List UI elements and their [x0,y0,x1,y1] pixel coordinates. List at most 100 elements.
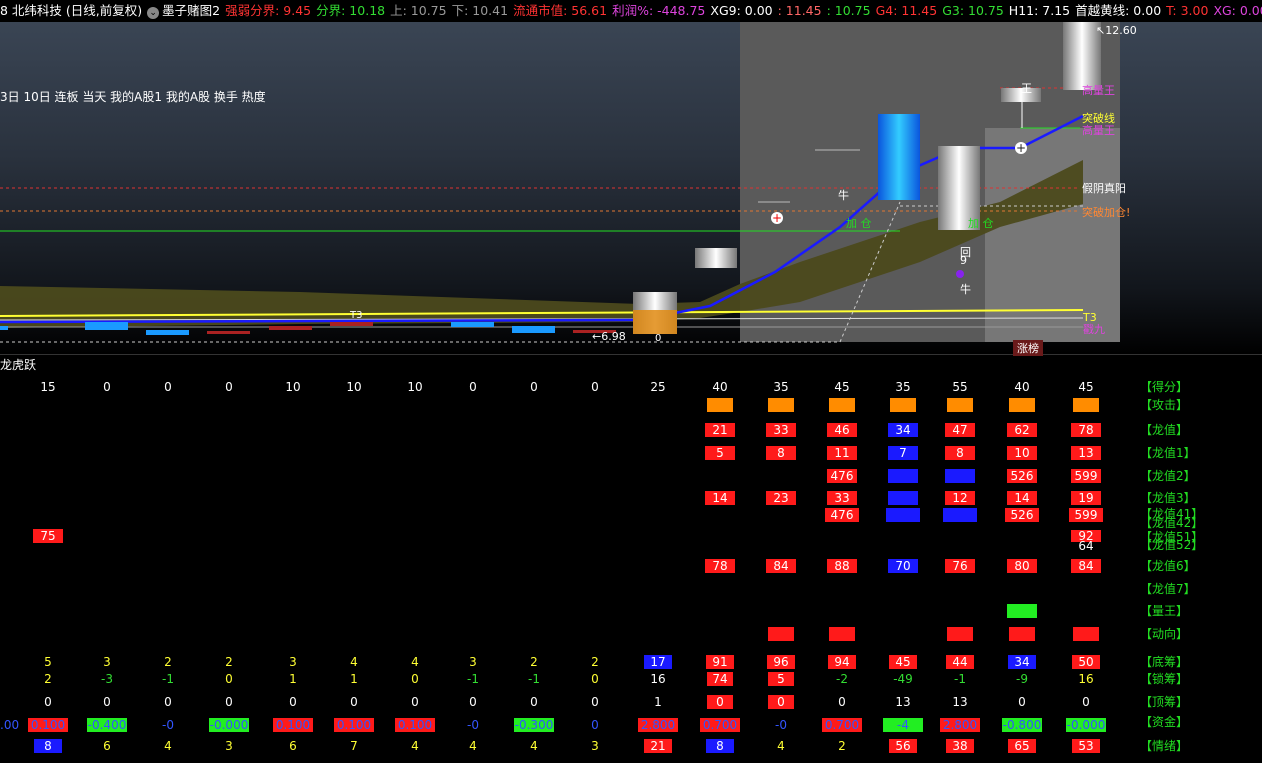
longzhi6-cell: 84 [1071,559,1101,573]
header-item: H11: 7.15 [1008,3,1071,18]
suochou-cell: -1 [954,672,966,686]
longzhi3-cell: 14 [705,491,735,505]
row-label: 【动向】 [1140,627,1189,641]
header-item: 8 北纬科技 (日线,前复权) [0,3,143,18]
qingxu-cell: 3 [225,739,233,753]
longzhi6-cell: 88 [827,559,857,573]
header-item: 流通市值: 56.61 [513,3,608,18]
score-cell: 10 [346,380,362,394]
candle-orange [633,310,677,334]
dingchou-cell: 0 [838,695,846,709]
dingchou-cell: 0 [164,695,172,709]
longzhi52-cell: 64 [1078,539,1094,553]
zijin-cell: 0.100 [28,718,68,732]
attack-block [947,398,973,412]
attack-block [768,398,794,412]
suochou-cell: -9 [1016,672,1028,686]
zijin-cell: 0.100 [395,718,435,732]
longzhi51-cell: 75 [33,529,63,543]
score-cell: 0 [103,380,111,394]
longzhi2-cell: 526 [1007,469,1037,483]
dichou-cell: 45 [889,655,917,669]
zijin-cell: 0 [591,718,599,732]
suochou-cell: -49 [893,672,913,686]
zijin-cell: 0.700 [700,718,740,732]
longzhi41-cell: 476 [825,508,859,522]
longzhi-cell: 34 [888,423,918,437]
svg-text:+: + [772,211,782,225]
longzhi-cell: 21 [705,423,735,437]
dichou-cell: 5 [44,655,52,669]
qingxu-cell: 38 [946,739,974,753]
longzhi2-cell [888,469,918,483]
trend-block [947,627,973,641]
dichou-cell: 2 [164,655,172,669]
header-item: 强弱分界: 9.45 [225,3,312,18]
dichou-cell: 91 [706,655,734,669]
suochou-cell: 74 [707,672,733,686]
dingchou-cell: 0 [103,695,111,709]
qingxu-cell: 6 [103,739,111,753]
longzhi41-cell: 599 [1069,508,1103,522]
zijin-cell: 0.700 [822,718,862,732]
suochou-cell: -1 [162,672,174,686]
dingchou-cell: 0 [707,695,733,709]
longzhi-cell: 46 [827,423,857,437]
row-label: 【顶筹】 [1140,695,1189,709]
dichou-cell: 96 [767,655,795,669]
label-jiacang-2: 加 仓 [968,217,994,230]
label-zero: 0 [655,333,662,344]
row-label: 【龙值7】 [1140,582,1196,596]
dichou-cell: 2 [225,655,233,669]
header-item: XG: 0.00 [1213,3,1262,18]
score-cell: 25 [650,380,666,394]
indicator-table: 【得分】 【攻击】 【龙值】 【龙值1】 【龙值2】 【龙值3】 【龙值41】 【龙值42】【… [0,356,1262,763]
longzhi3-cell: 23 [766,491,796,505]
dichou-cell: 2 [530,655,538,669]
zijin-cell: -0.300 [514,718,554,732]
dichou-cell: 50 [1072,655,1100,669]
zijin-cell: -0.800 [1002,718,1042,732]
suochou-cell: -3 [101,672,113,686]
score-cell: 0 [591,380,599,394]
qingxu-cell: 8 [706,739,734,753]
dichou-cell: 3 [289,655,297,669]
longzhi-cell: 47 [945,423,975,437]
dingchou-cell: 0 [591,695,599,709]
zijin-cell: 2.800 [940,718,980,732]
suochou-cell: 0 [411,672,419,686]
longzhi1-cell: 5 [705,446,735,460]
qingxu-cell: 6 [289,739,297,753]
zhangbang-badge[interactable]: 涨榜 [1013,340,1043,356]
chevron-down-icon[interactable]: ⌄ [147,7,160,19]
label-gaoliang: 高量王 [1082,124,1115,137]
label-tupo-jiacang: 突破加仓! [1082,206,1131,219]
score-cell: 10 [285,380,301,394]
label-zuiyou: 戳九 [1083,323,1105,336]
score-cell: 45 [834,380,850,394]
zijin-cell: -0.000 [1066,718,1106,732]
longzhi6-cell: 84 [766,559,796,573]
label-nine: 9 [960,254,967,267]
score-cell: 0 [164,380,172,394]
price-low-label: ←6.98 [592,330,626,343]
price-chart[interactable]: 3日 10日 连板 当天 我的A股1 我的A股 换手 热度 + + ↖12.60… [0,22,1262,354]
qingxu-cell: 3 [591,739,599,753]
price-high-label: ↖12.60 [1096,24,1137,37]
suochou-cell: 1 [289,672,297,686]
longzhi2-cell [945,469,975,483]
qingxu-cell: 4 [164,739,172,753]
longzhi6-cell: 80 [1007,559,1037,573]
dingchou-cell: 0 [530,695,538,709]
dingchou-cell: 13 [895,695,911,709]
trend-block [1009,627,1035,641]
longzhi2-cell: 599 [1071,469,1101,483]
header-item[interactable]: ⌄ 墨子赌图2 [147,3,220,19]
panel-separator [0,354,1262,355]
header-item: T: 3.00 [1166,3,1209,18]
dingchou-cell: 13 [952,695,968,709]
row-label: 【龙值6】 [1140,559,1196,573]
candle-blue [878,114,920,200]
score-cell: 40 [712,380,728,394]
row-label: 【龙值3】 [1140,491,1196,505]
